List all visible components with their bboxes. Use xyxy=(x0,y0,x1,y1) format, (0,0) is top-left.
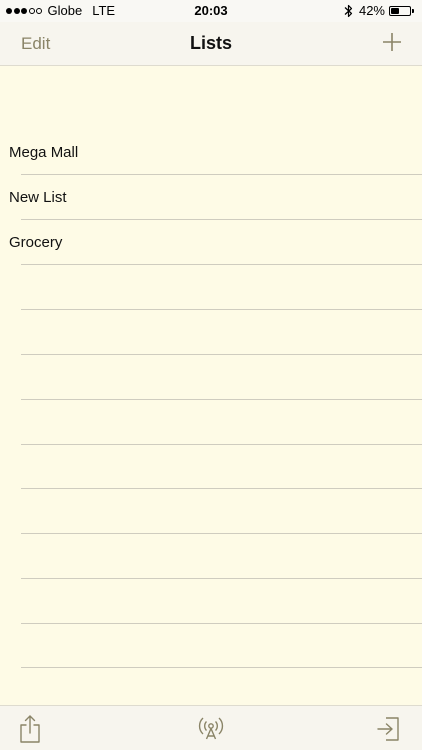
row-separator xyxy=(21,623,422,624)
battery-icon xyxy=(389,5,411,16)
row-separator xyxy=(21,444,422,445)
row-separator xyxy=(21,488,422,489)
row-separator xyxy=(21,667,422,668)
bottom-toolbar xyxy=(0,705,422,750)
status-right: 42% xyxy=(344,3,414,18)
list-item-new-list[interactable]: New List xyxy=(9,189,67,206)
bluetooth-icon xyxy=(344,4,353,17)
sign-in-icon[interactable] xyxy=(376,716,402,742)
navigation-bar: Edit Lists xyxy=(0,22,422,66)
share-icon[interactable] xyxy=(19,714,41,744)
row-separator xyxy=(21,533,422,534)
row-separator xyxy=(21,354,422,355)
status-bar: Globe LTE 20:03 42% xyxy=(0,0,422,22)
row-separator xyxy=(21,309,422,310)
battery-percent: 42% xyxy=(358,3,385,18)
list-item-mega-mall[interactable]: Mega Mall xyxy=(9,144,78,161)
list-item-grocery[interactable]: Grocery xyxy=(9,234,62,251)
row-separator xyxy=(21,174,422,175)
battery-tip xyxy=(412,8,414,13)
row-separator xyxy=(21,264,422,265)
battery-fill xyxy=(391,7,399,14)
row-separator xyxy=(21,399,422,400)
plus-icon[interactable] xyxy=(382,32,402,52)
broadcast-icon[interactable] xyxy=(197,715,225,741)
row-separator xyxy=(21,578,422,579)
row-separator xyxy=(21,219,422,220)
page-title: Lists xyxy=(189,33,232,53)
